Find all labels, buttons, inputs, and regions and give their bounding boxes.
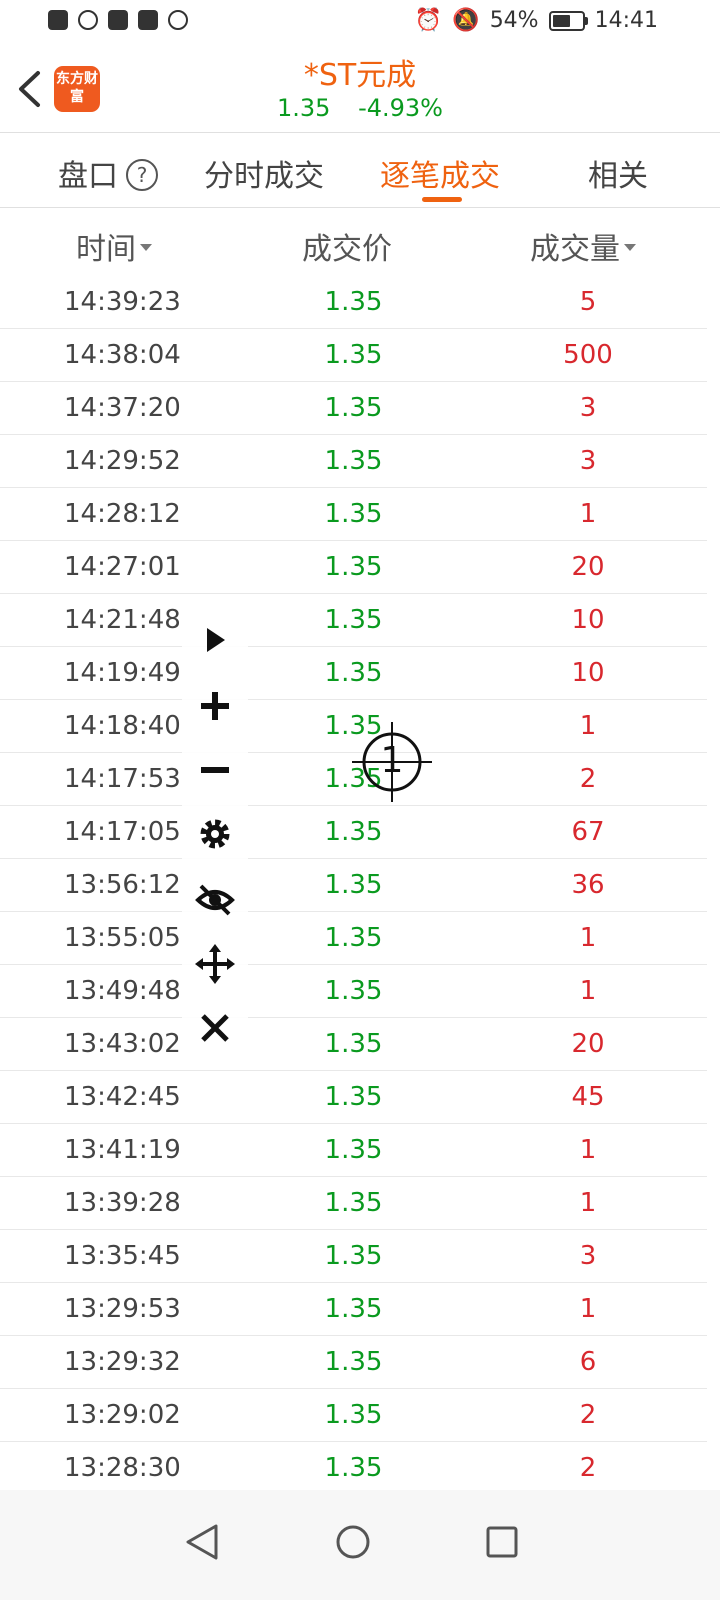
tab-related[interactable]: 相关 [588,151,648,195]
trade-volume: 1 [579,1135,597,1165]
table-row[interactable]: 14:28:12 1.35 1 [0,488,707,541]
system-indicators: ⏰ 🔕 54% 14:41 [415,8,658,33]
trade-volume: 1 [579,1188,597,1218]
trade-volume: 5 [579,287,597,317]
close-icon[interactable] [195,1008,235,1048]
play-icon[interactable] [195,620,235,660]
stock-name: *ST元成 [303,58,417,93]
table-header: 时间 成交价 成交量 [0,208,720,278]
tab-pankou[interactable]: 盘口? [58,151,158,195]
crosshair-target[interactable]: 1 [352,722,432,802]
help-icon[interactable]: ? [126,159,158,191]
trade-volume: 36 [571,870,605,900]
alert-icon [48,10,68,30]
trade-volume: 67 [571,817,605,847]
trade-volume: 1 [579,1294,597,1324]
trade-volume: 1 [579,711,597,741]
nav-recents-icon[interactable] [472,1512,532,1572]
tab-tick-trades[interactable]: 逐笔成交 [380,151,500,195]
table-row[interactable]: 14:29:52 1.35 3 [0,435,707,488]
stock-change-percent: -4.93% [358,94,443,122]
table-row[interactable]: 13:49:48 1.35 1 [0,965,707,1018]
trade-volume: 2 [579,1453,597,1483]
trade-volume: 45 [571,1082,605,1112]
trade-volume: 20 [571,552,605,582]
move-icon[interactable] [195,944,235,984]
status-bar: ⏰ 🔕 54% 14:41 [0,0,720,44]
mail-icon [138,10,158,30]
trade-volume: 1 [579,499,597,529]
tab-time-share-trades[interactable]: 分时成交 [204,151,324,195]
table-row[interactable]: 13:55:05 1.35 1 [0,912,707,965]
table-row[interactable]: 14:38:04 1.35 500 [0,329,707,382]
nav-home-icon[interactable] [323,1512,383,1572]
trade-volume: 2 [579,764,597,794]
column-header-time[interactable]: 时间 [76,224,152,268]
floating-toolbar [182,606,248,1058]
trade-volume: 10 [571,658,605,688]
trade-volume: 3 [579,393,597,423]
sort-caret-icon [140,244,152,251]
table-row[interactable]: 14:21:48 1.35 10 [0,594,707,647]
trade-volume: 500 [563,340,613,370]
trade-volume: 1 [579,923,597,953]
table-row[interactable]: 14:27:01 1.35 20 [0,541,707,594]
app-notification-icon [108,10,128,30]
mute-icon: 🔕 [452,8,480,33]
table-row[interactable]: 13:29:53 1.35 1 [0,1283,707,1336]
table-row[interactable]: 14:17:05 1.35 67 [0,806,707,859]
trade-list[interactable]: 14:39:23 1.35 5 14:38:04 1.35 500 14:37:20 1.35… [0,276,707,1490]
gear-icon[interactable] [195,814,235,854]
trade-volume: 2 [579,1400,597,1430]
table-row[interactable]: 13:29:02 1.35 2 [0,1389,707,1442]
stock-header: 东方财富 *ST元成 1.35 -4.93% [0,44,720,133]
column-header-price: 成交价 [302,232,392,267]
wifi-icon [78,10,98,30]
active-tab-indicator [422,197,462,202]
table-row[interactable]: 13:35:45 1.35 3 [0,1230,707,1283]
alarm-icon: ⏰ [414,8,443,33]
column-label: 成交量 [530,232,620,267]
column-header-volume[interactable]: 成交量 [530,224,636,268]
table-row[interactable]: 13:29:32 1.35 6 [0,1336,707,1389]
stock-price: 1.35 [277,94,331,122]
nav-back-icon[interactable] [172,1512,232,1572]
plus-icon[interactable] [195,686,235,726]
tab-bar: 盘口? 分时成交 逐笔成交 相关 [0,133,720,208]
table-row[interactable]: 13:43:02 1.35 20 [0,1018,707,1071]
table-row[interactable]: 13:39:28 1.35 1 [0,1177,707,1230]
minus-icon[interactable] [195,750,235,790]
column-label: 时间 [76,232,136,267]
table-row[interactable]: 13:41:19 1.35 1 [0,1124,707,1177]
crosshair-label: 1 [380,740,404,781]
trade-volume: 6 [579,1347,597,1377]
table-row[interactable]: 13:28:30 1.35 2 [0,1442,707,1490]
trade-volume: 3 [579,446,597,476]
table-row[interactable]: 13:56:12 1.35 36 [0,859,707,912]
table-row[interactable]: 14:39:23 1.35 5 [0,276,707,329]
battery-percent: 54% [489,8,539,33]
stock-quote: 1.35 -4.93% [0,94,720,122]
sort-caret-icon [624,244,636,251]
clock: 14:41 [594,8,658,33]
trade-volume: 10 [571,605,605,635]
notification-icons [48,10,188,30]
trade-volume: 20 [571,1029,605,1059]
eye-off-icon[interactable] [195,880,235,920]
table-row[interactable]: 13:42:45 1.35 45 [0,1071,707,1124]
touch-icon [168,10,188,30]
battery-icon [548,10,588,31]
tab-label: 盘口 [58,159,118,194]
trade-volume: 3 [579,1241,597,1271]
table-row[interactable]: 14:37:20 1.35 3 [0,382,707,435]
table-row[interactable]: 14:19:49 1.35 10 [0,647,707,700]
system-nav-bar [0,1490,720,1600]
trade-volume: 1 [579,976,597,1006]
